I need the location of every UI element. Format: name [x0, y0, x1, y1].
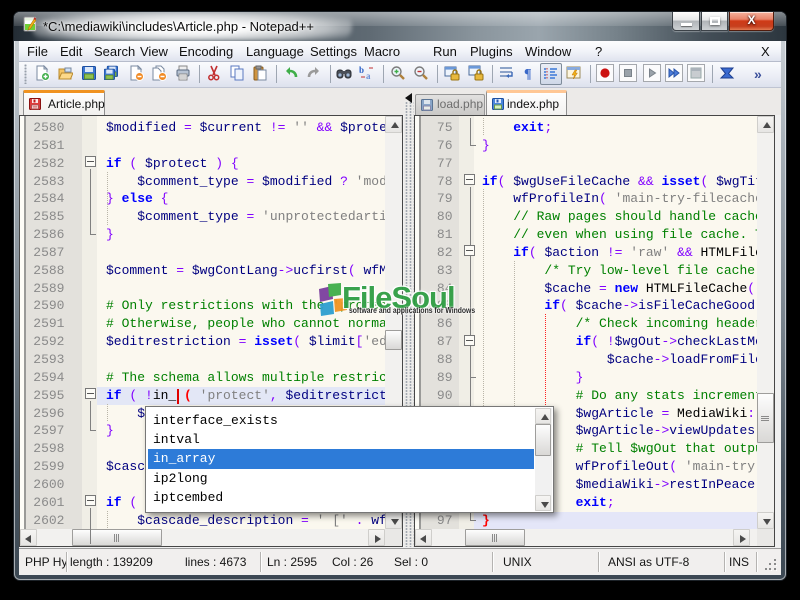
- svg-text:¶: ¶: [524, 67, 532, 81]
- svg-text:a: a: [366, 71, 371, 81]
- svg-text:b: b: [359, 65, 364, 75]
